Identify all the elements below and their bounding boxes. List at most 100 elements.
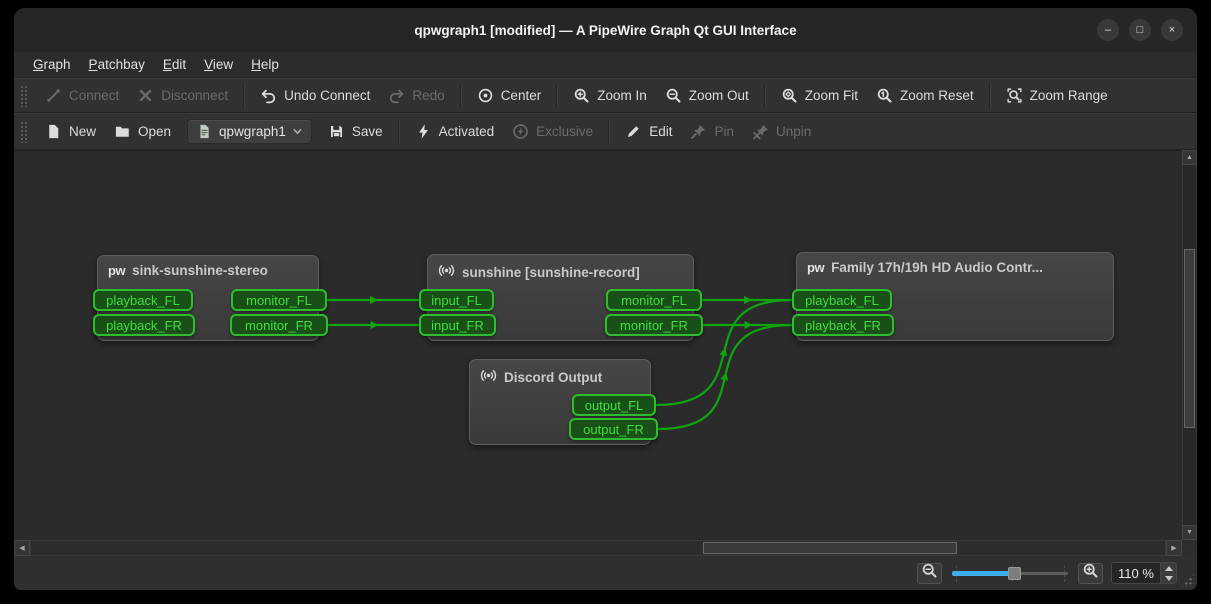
port-input_FR[interactable]: input_FR xyxy=(419,314,496,336)
undo-connect-button[interactable]: Undo Connect xyxy=(251,82,379,109)
port-playback_FL[interactable]: playback_FL xyxy=(792,289,892,311)
zoom-reset-button[interactable]: Zoom Reset xyxy=(867,82,983,109)
save-label: Save xyxy=(352,124,383,139)
patchbay-toolbar: NewOpen qpwgraph1 Save Activated Exclusive Ed… xyxy=(14,113,1197,150)
port-monitor_FR[interactable]: monitor_FR xyxy=(230,314,328,336)
scrollbar-corner xyxy=(1182,540,1197,556)
folder-open-icon xyxy=(114,123,131,140)
port-output_FL[interactable]: output_FL xyxy=(572,394,656,416)
node-title: pwsink-sunshine-stereo xyxy=(98,256,318,285)
disconnect-button[interactable]: Disconnect xyxy=(128,82,237,109)
connect-button[interactable]: Connect xyxy=(36,82,128,109)
file-icon xyxy=(196,123,213,140)
unpin-icon xyxy=(752,123,769,140)
menu-graph[interactable]: Graph xyxy=(24,54,80,75)
pin-label: Pin xyxy=(714,124,734,139)
menu-view[interactable]: View xyxy=(195,54,242,75)
disconnect-icon xyxy=(137,87,154,104)
maximize-button[interactable]: □ xyxy=(1129,19,1151,41)
edit-button[interactable]: Edit xyxy=(616,118,681,145)
toolbar-drag-handle[interactable] xyxy=(20,121,27,143)
zoom-out-label: Zoom Out xyxy=(689,88,749,103)
open-button[interactable]: Open xyxy=(105,118,180,145)
exclusive-icon xyxy=(512,123,529,140)
node-title-text: Discord Output xyxy=(504,370,602,385)
menu-help[interactable]: Help xyxy=(242,54,288,75)
exclusive-label: Exclusive xyxy=(536,124,593,139)
node-title-text: Family 17h/19h HD Audio Contr... xyxy=(831,260,1043,275)
minimize-button[interactable]: – xyxy=(1097,19,1119,41)
resize-grip[interactable] xyxy=(1180,573,1194,587)
scroll-up-button[interactable]: ▲ xyxy=(1182,150,1197,165)
unpin-label: Unpin xyxy=(776,124,811,139)
zoom-reset-icon xyxy=(876,87,893,104)
port-monitor_FL[interactable]: monitor_FL xyxy=(606,289,702,311)
zoom-out-button[interactable]: Zoom Out xyxy=(656,82,758,109)
center-button[interactable]: Center xyxy=(468,82,551,109)
redo-button[interactable]: Redo xyxy=(379,82,453,109)
vertical-scrollbar[interactable]: ▲ ▼ xyxy=(1182,150,1197,540)
horizontal-scrollbar-thumb[interactable] xyxy=(703,542,957,554)
zoom-slider-fill xyxy=(952,571,1014,576)
redo-icon xyxy=(388,87,405,104)
connect-label: Connect xyxy=(69,88,119,103)
port-playback_FR[interactable]: playback_FR xyxy=(93,314,195,336)
vertical-scrollbar-track[interactable] xyxy=(1182,165,1197,525)
title-bar[interactable]: qpwgraph1 [modified] — A PipeWire Graph … xyxy=(14,8,1197,52)
zoom-out-button[interactable] xyxy=(917,563,942,584)
horizontal-scrollbar-track[interactable] xyxy=(30,540,1166,556)
patchbay-current-dropdown[interactable]: qpwgraph1 xyxy=(187,119,312,144)
node-title: sunshine [sunshine-record] xyxy=(428,255,693,289)
port-output_FR[interactable]: output_FR xyxy=(569,418,658,440)
menu-edit[interactable]: Edit xyxy=(154,54,195,75)
zoom-range-button[interactable]: Zoom Range xyxy=(997,82,1117,109)
zoom-slider[interactable] xyxy=(950,563,1070,584)
zoom-fit-icon xyxy=(781,87,798,104)
zoom-out-icon xyxy=(665,87,682,104)
zoom-slider-handle[interactable] xyxy=(1008,567,1021,580)
port-monitor_FL[interactable]: monitor_FL xyxy=(231,289,327,311)
graph-canvas[interactable]: pwsink-sunshine-stereoplayback_FLplaybac… xyxy=(14,150,1182,540)
save-button[interactable]: Save xyxy=(319,118,392,145)
patchbay-current-label: qpwgraph1 xyxy=(219,124,286,139)
chevron-down-icon xyxy=(292,126,303,137)
scroll-down-button[interactable]: ▼ xyxy=(1182,525,1197,540)
node-title: pwFamily 17h/19h HD Audio Contr... xyxy=(797,253,1113,282)
new-button[interactable]: New xyxy=(36,118,105,145)
window-controls: –□ × xyxy=(1097,19,1183,41)
zoom-in-button[interactable] xyxy=(1078,563,1103,584)
activated-button[interactable]: Activated xyxy=(406,118,504,145)
spin-down-button[interactable] xyxy=(1161,573,1176,583)
zoom-in-button[interactable]: Zoom In xyxy=(564,82,656,109)
pin-button[interactable]: Pin xyxy=(681,118,743,145)
zoom-in-icon xyxy=(573,87,590,104)
vertical-scrollbar-thumb[interactable] xyxy=(1184,249,1195,428)
port-input_FL[interactable]: input_FL xyxy=(419,289,494,311)
toolbar-separator xyxy=(989,84,991,108)
node-title: Discord Output xyxy=(470,360,650,394)
toolbar-drag-handle[interactable] xyxy=(20,85,27,107)
spin-up-button[interactable] xyxy=(1161,563,1176,573)
exclusive-button[interactable]: Exclusive xyxy=(503,118,602,145)
toolbar-separator xyxy=(243,84,245,108)
zoom-spinbox[interactable]: 110 % xyxy=(1111,562,1177,584)
undo-connect-label: Undo Connect xyxy=(284,88,370,103)
close-button[interactable]: × xyxy=(1161,19,1183,41)
port-playback_FL[interactable]: playback_FL xyxy=(93,289,193,311)
down-arrow-icon xyxy=(1165,576,1173,581)
port-playback_FR[interactable]: playback_FR xyxy=(792,314,894,336)
center-icon xyxy=(477,87,494,104)
wire-arrow xyxy=(371,321,379,329)
menu-patchbay[interactable]: Patchbay xyxy=(80,54,154,75)
zoom-fit-button[interactable]: Zoom Fit xyxy=(772,82,867,109)
spinbox-buttons xyxy=(1160,563,1176,583)
scroll-left-button[interactable]: ◀ xyxy=(14,540,30,556)
zoom-value[interactable]: 110 % xyxy=(1112,563,1160,583)
unpin-button[interactable]: Unpin xyxy=(743,118,820,145)
port-monitor_FR[interactable]: monitor_FR xyxy=(605,314,703,336)
zoom-in-label: Zoom In xyxy=(597,88,647,103)
wire-arrow xyxy=(720,371,730,381)
horizontal-scrollbar[interactable]: ◀ ▶ xyxy=(14,540,1182,556)
toolbar-separator xyxy=(460,84,462,108)
scroll-right-button[interactable]: ▶ xyxy=(1166,540,1182,556)
